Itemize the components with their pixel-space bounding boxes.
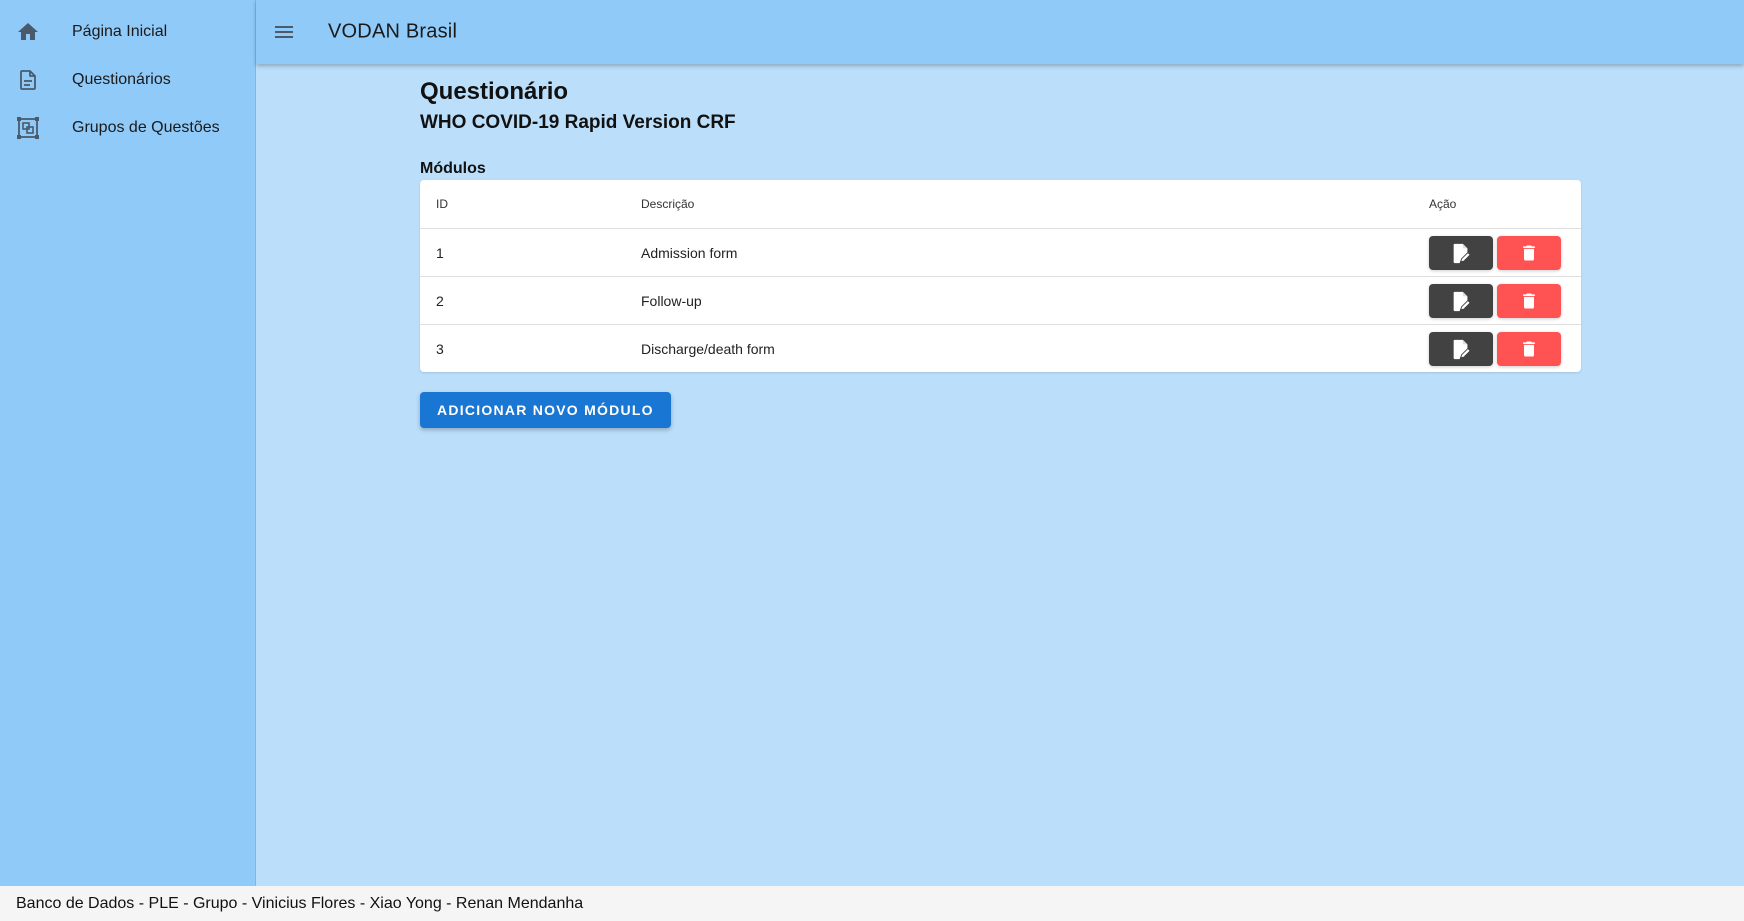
edit-button[interactable] (1429, 283, 1493, 318)
document-icon (16, 68, 40, 92)
trash-icon (1519, 339, 1539, 359)
sidebar-item-label: Grupos de Questões (72, 119, 220, 136)
app-title: VODAN Brasil (328, 20, 458, 43)
home-icon (16, 20, 40, 44)
table-row: 1 Admission form (420, 228, 1581, 277)
page-title: Questionário (420, 78, 569, 105)
footer: Banco de Dados - PLE - Grupo - Vinicius … (0, 886, 1744, 921)
column-header-description: Descrição (625, 180, 1413, 229)
main-content: Questionário WHO COVID-19 Rapid Version … (420, 78, 1581, 428)
column-header-id: ID (420, 180, 625, 229)
cell-actions (1413, 228, 1581, 277)
group-icon (16, 116, 40, 140)
modules-table-card: ID Descrição Ação 1 Admission form 2 Fol… (420, 180, 1581, 372)
sidebar-item-label: Questionários (72, 71, 171, 88)
column-header-action: Ação (1413, 180, 1581, 229)
table-header-row: ID Descrição Ação (420, 180, 1581, 229)
page-subtitle: WHO COVID-19 Rapid Version CRF (420, 112, 736, 133)
cell-id: 2 (420, 276, 625, 325)
cell-description: Follow-up (625, 276, 1413, 325)
trash-icon (1519, 291, 1539, 311)
trash-icon (1519, 243, 1539, 263)
table-row: 2 Follow-up (420, 276, 1581, 325)
sidebar-item-questionnaires[interactable]: Questionários (0, 56, 255, 104)
table-row: 3 Discharge/death form (420, 325, 1581, 373)
sidebar-item-question-groups[interactable]: Grupos de Questões (0, 104, 255, 152)
add-module-button[interactable]: Adicionar novo módulo (420, 392, 671, 428)
delete-button[interactable] (1497, 235, 1561, 270)
edit-document-icon (1450, 242, 1472, 264)
sidebar-item-home[interactable]: Página Inicial (0, 8, 255, 56)
cell-actions (1413, 276, 1581, 325)
edit-document-icon (1450, 338, 1472, 360)
app-root: Página Inicial Questionários Grupos de Q… (0, 0, 1744, 921)
cell-id: 1 (420, 228, 625, 277)
delete-button[interactable] (1497, 283, 1561, 318)
cell-id: 3 (436, 340, 444, 357)
top-app-bar: VODAN Brasil (256, 0, 1744, 64)
edit-button[interactable] (1429, 235, 1493, 270)
sidebar: Página Inicial Questionários Grupos de Q… (0, 0, 256, 886)
sidebar-item-label: Página Inicial (72, 23, 168, 40)
footer-credits: Banco de Dados - PLE - Grupo - Vinicius … (16, 894, 584, 912)
modules-table: ID Descrição Ação 1 Admission form 2 Fol… (420, 180, 1581, 372)
section-title: Módulos (420, 160, 486, 177)
cell-actions (1413, 325, 1581, 373)
edit-button[interactable] (1429, 331, 1493, 366)
cell-description: Discharge/death form (641, 340, 775, 357)
edit-document-icon (1450, 290, 1472, 312)
delete-button[interactable] (1497, 331, 1561, 366)
menu-icon[interactable] (272, 20, 296, 44)
cell-description: Admission form (625, 228, 1413, 277)
